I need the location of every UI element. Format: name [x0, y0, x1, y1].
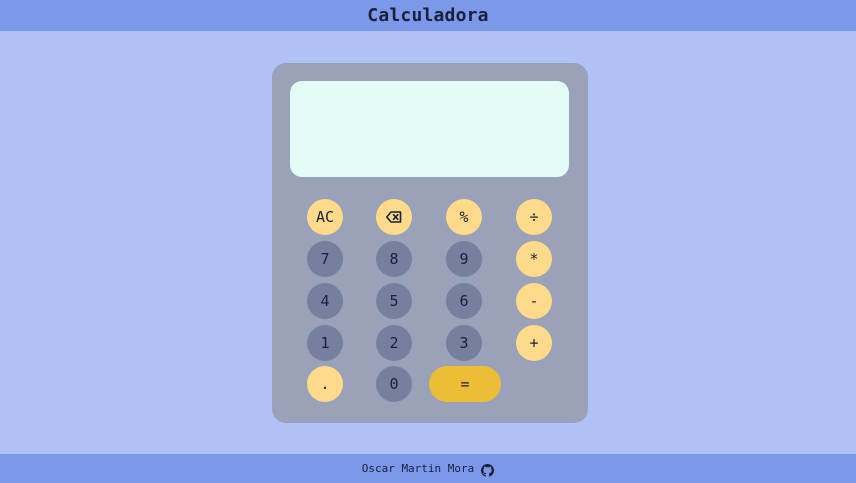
digit-0-button[interactable]: 0 — [376, 366, 412, 402]
digit-5-button[interactable]: 5 — [376, 283, 412, 319]
digit-1-button[interactable]: 1 — [307, 325, 343, 361]
digit-3-button[interactable]: 3 — [446, 325, 482, 361]
github-icon[interactable] — [481, 462, 495, 477]
digit-2-button[interactable]: 2 — [376, 325, 412, 361]
page-title: Calculadora — [367, 5, 489, 26]
digit-7-button[interactable]: 7 — [307, 241, 343, 277]
footer-bar: Oscar Martin Mora — [0, 454, 856, 483]
add-button[interactable]: + — [516, 325, 552, 361]
calculator-display — [290, 81, 569, 177]
subtract-button[interactable]: - — [516, 283, 552, 319]
percent-button[interactable]: % — [446, 199, 482, 235]
digit-8-button[interactable]: 8 — [376, 241, 412, 277]
multiply-button[interactable]: * — [516, 241, 552, 277]
decimal-button[interactable]: . — [307, 366, 343, 402]
calculator: AC % ÷ 7 8 9 * 4 5 6 - 1 2 3 + . 0 = — [272, 63, 588, 423]
digit-4-button[interactable]: 4 — [307, 283, 343, 319]
author-link[interactable]: Oscar Martin Mora — [362, 462, 475, 475]
digit-6-button[interactable]: 6 — [446, 283, 482, 319]
header-bar: Calculadora — [0, 0, 856, 31]
backspace-icon — [386, 211, 402, 223]
divide-button[interactable]: ÷ — [516, 199, 552, 235]
backspace-button[interactable] — [376, 199, 412, 235]
clear-button[interactable]: AC — [307, 199, 343, 235]
digit-9-button[interactable]: 9 — [446, 241, 482, 277]
equals-button[interactable]: = — [429, 366, 501, 402]
